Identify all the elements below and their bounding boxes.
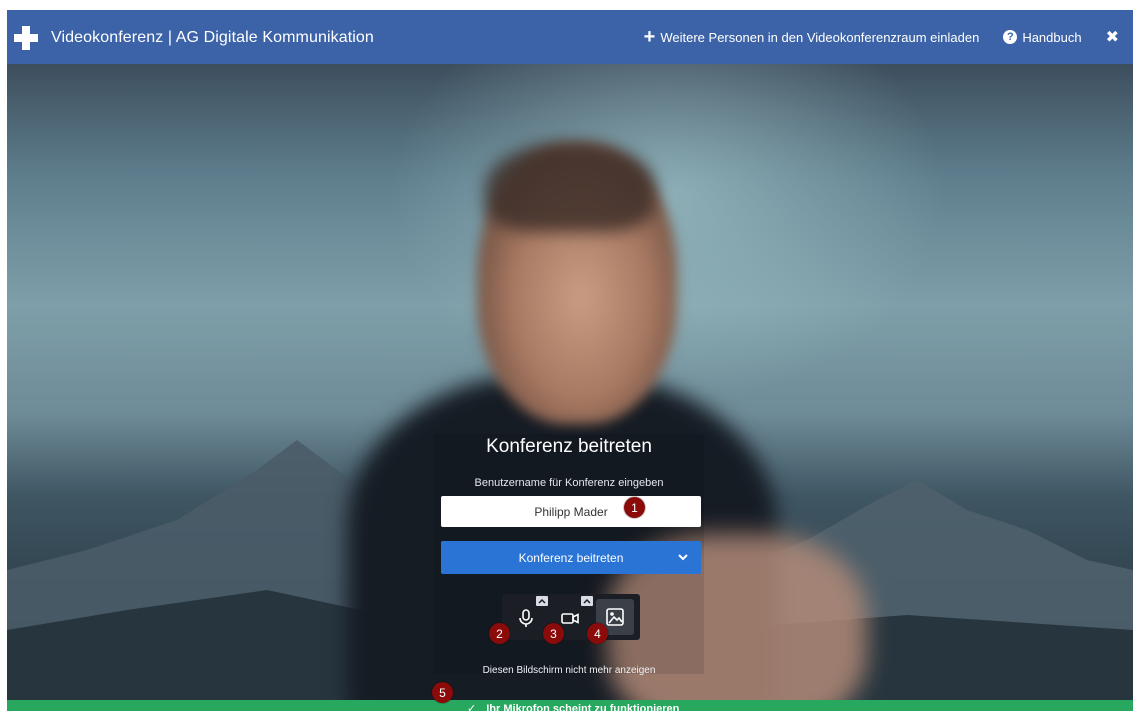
- background-image-icon: [606, 608, 624, 626]
- microphone-icon[interactable]: [515, 607, 537, 629]
- join-conference-button[interactable]: Konferenz beitreten: [441, 541, 701, 574]
- annotation-marker-5: 5: [432, 682, 453, 703]
- camera-icon[interactable]: [559, 607, 581, 629]
- join-button-label: Konferenz beitreten: [518, 550, 624, 565]
- invite-people-link[interactable]: + Weitere Personen in den Videokonferenz…: [643, 26, 980, 48]
- question-circle-icon: ?: [1003, 30, 1018, 44]
- status-text: Ihr Mikrofon scheint zu funktionieren: [486, 703, 680, 711]
- dont-show-again-link[interactable]: Diesen Bildschirm nicht mehr anzeigen: [434, 665, 704, 676]
- media-toolbar: [502, 594, 640, 640]
- app-title: Videokonferenz | AG Digitale Kommunikati…: [51, 29, 374, 46]
- manual-link[interactable]: ? Handbuch: [1003, 29, 1082, 45]
- camera-options-caret[interactable]: [581, 596, 593, 606]
- annotation-marker-3: 3: [543, 623, 564, 644]
- top-bar: Videokonferenz | AG Digitale Kommunikati…: [7, 10, 1133, 64]
- top-nav: + Weitere Personen in den Videokonferenz…: [644, 10, 1133, 64]
- annotation-marker-1: 1: [624, 497, 645, 518]
- plus-icon: +: [643, 26, 656, 48]
- person-hair: [485, 142, 655, 232]
- annotation-marker-4: 4: [587, 623, 608, 644]
- username-label: Benutzername für Konferenz eingeben: [474, 477, 664, 489]
- chevron-down-icon[interactable]: [676, 550, 690, 564]
- status-bar: ✓ Ihr Mikrofon scheint zu funktionieren: [7, 700, 1133, 711]
- status-message: ✓ Ihr Mikrofon scheint zu funktionieren: [467, 702, 679, 711]
- plus-logo-icon: [13, 25, 39, 51]
- close-icon[interactable]: ✖: [1106, 27, 1119, 47]
- manual-label: Handbuch: [1022, 29, 1082, 45]
- annotation-marker-2: 2: [489, 623, 510, 644]
- username-input[interactable]: [441, 496, 701, 527]
- invite-label: Weitere Personen in den Videokonferenzra…: [660, 29, 980, 45]
- microphone-options-caret[interactable]: [536, 596, 548, 606]
- prejoin-title: Konferenz beitreten: [486, 436, 652, 457]
- check-icon: ✓: [467, 703, 477, 711]
- brand: Videokonferenz | AG Digitale Kommunikati…: [13, 25, 374, 51]
- prejoin-panel: Konferenz beitreten Benutzername für Kon…: [434, 434, 704, 676]
